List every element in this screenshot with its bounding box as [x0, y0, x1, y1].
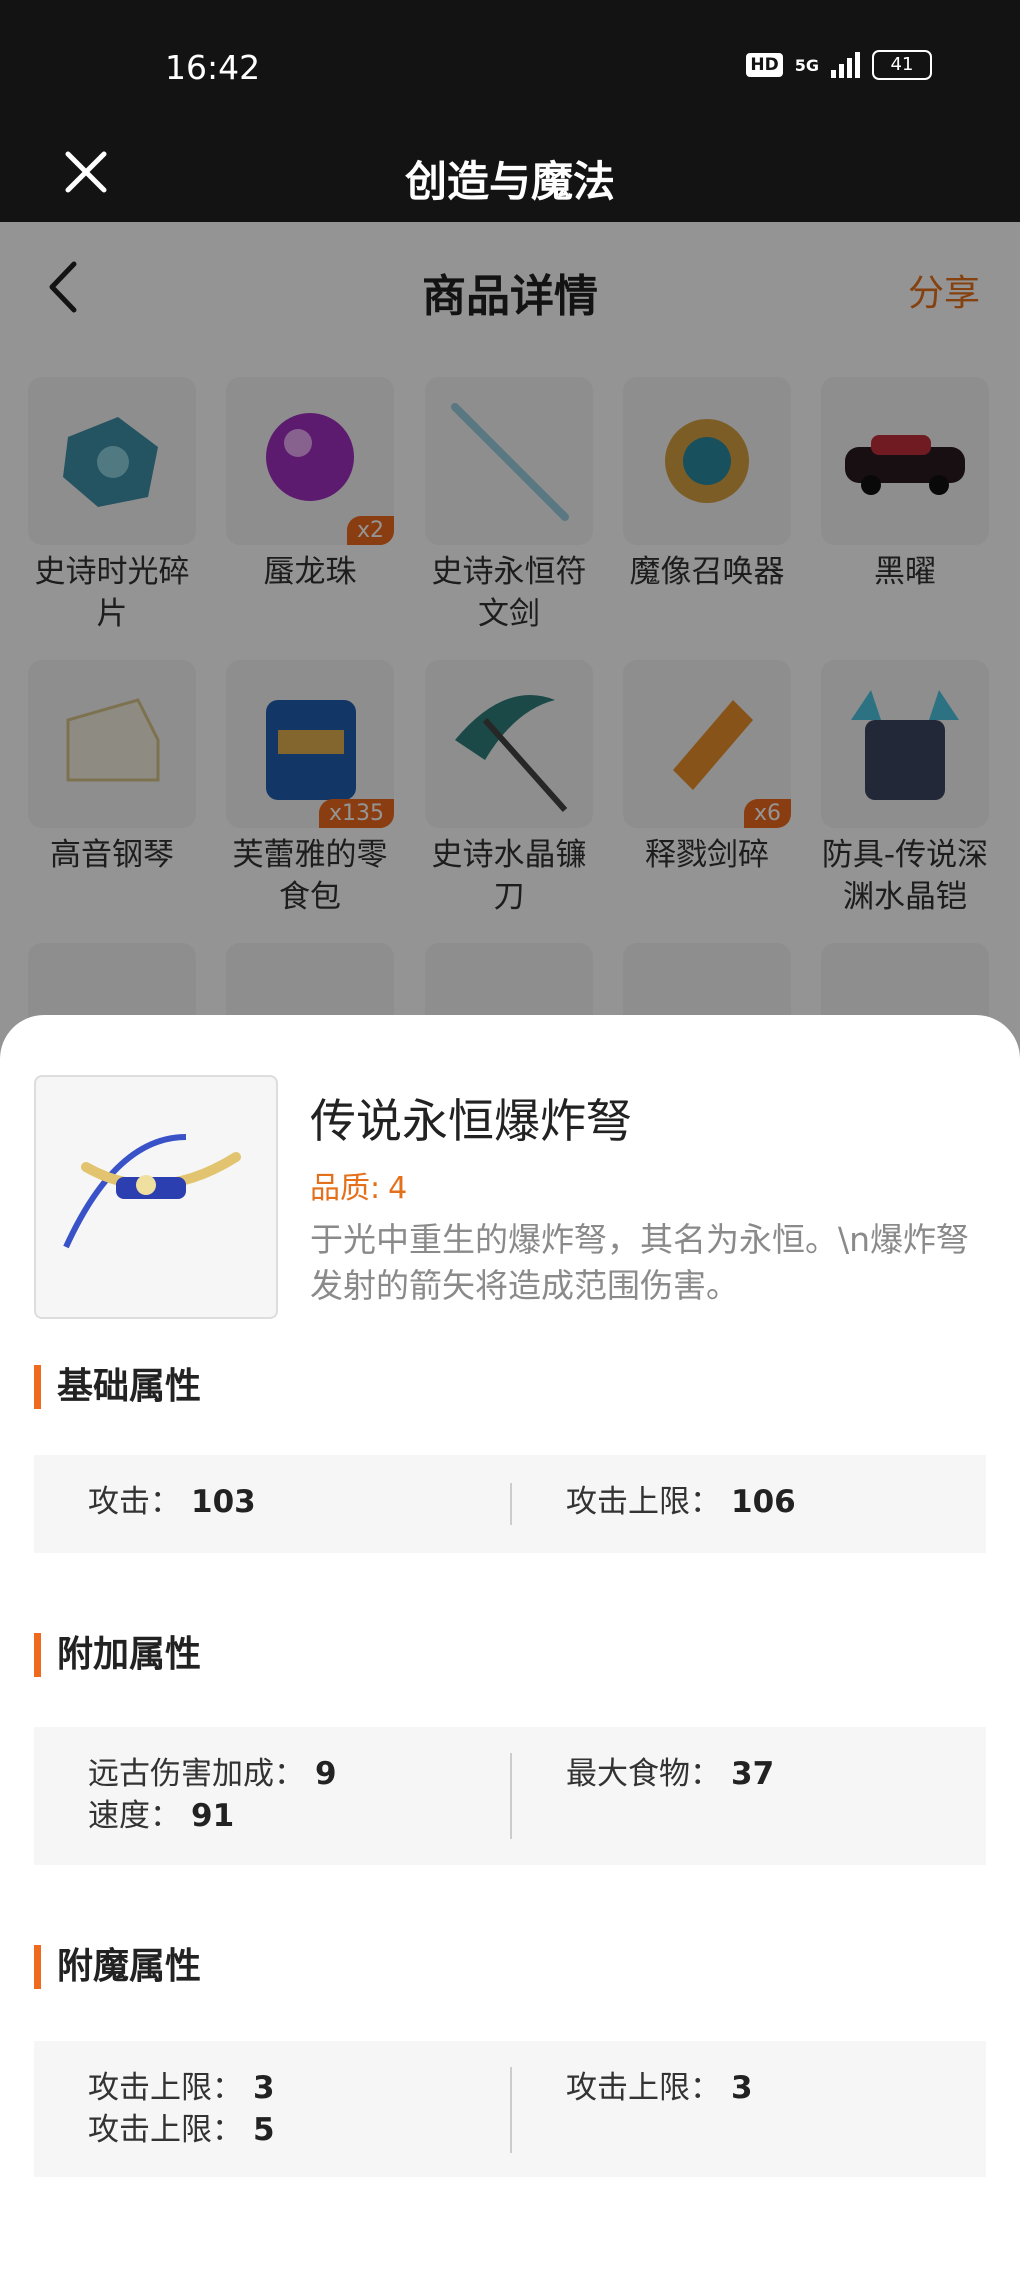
attr-label: 最大食物： [566, 1756, 721, 1792]
attr-row: 速度： 91 [88, 1795, 337, 1837]
attr-value: 3 [253, 2070, 275, 2106]
attr-col-right: 攻击上限： 106 [566, 1481, 796, 1523]
section-title-enchant: 附魔属性 [34, 1945, 201, 1989]
attr-col-left: 远古伤害加成： 9 速度： 91 [88, 1753, 337, 1837]
attr-row: 攻击上限： 5 [88, 2109, 275, 2151]
network-type: 5G [794, 55, 819, 75]
app-title-bar: 创造与魔法 [0, 130, 1020, 222]
attr-label: 攻击上限： [88, 2112, 243, 2148]
attr-value: 91 [191, 1798, 235, 1834]
signal-icon [831, 52, 860, 78]
divider [510, 2067, 512, 2153]
app-title: 创造与魔法 [404, 157, 615, 206]
status-time: 16:42 [165, 48, 261, 87]
enchant-attributes-box: 攻击上限： 3 攻击上限： 5 攻击上限： 3 [34, 2041, 986, 2177]
attr-label: 远古伤害加成： [88, 1756, 305, 1792]
attr-label: 攻击： [88, 1484, 181, 1520]
attr-col-left: 攻击上限： 3 攻击上限： 5 [88, 2067, 275, 2151]
attr-row: 攻击： 103 [88, 1481, 256, 1523]
attr-value: 9 [315, 1756, 337, 1792]
status-bar: 16:42 HD 5G 41 [0, 0, 1020, 130]
item-name: 传说永恒爆炸弩 [310, 1094, 632, 1148]
extra-attributes-box: 远古伤害加成： 9 速度： 91 最大食物： 37 [34, 1727, 986, 1865]
attr-row: 最大食物： 37 [566, 1753, 774, 1795]
attr-row: 攻击上限： 3 [88, 2067, 275, 2109]
divider [510, 1753, 512, 1839]
item-detail-sheet: 传说永恒爆炸弩 品质: 4 于光中重生的爆炸弩，其名为永恒。\n爆炸弩发射的箭矢将… [0, 1015, 1020, 2278]
item-description: 于光中重生的爆炸弩，其名为永恒。\n爆炸弩发射的箭矢将造成范围伤害。 [310, 1220, 970, 1305]
item-image [34, 1075, 278, 1319]
divider [510, 1483, 512, 1525]
status-icons: HD 5G 41 [746, 50, 932, 80]
quality-label: 品质: [310, 1171, 381, 1206]
attr-label: 攻击上限： [566, 2070, 721, 2106]
item-quality: 品质: 4 [310, 1163, 407, 1207]
attr-col-left: 攻击： 103 [88, 1481, 256, 1523]
attr-row: 远古伤害加成： 9 [88, 1753, 337, 1795]
crossbow-icon [63, 1134, 241, 1249]
attr-value: 106 [731, 1484, 796, 1520]
attr-value: 37 [731, 1756, 775, 1792]
attr-value: 3 [731, 2070, 753, 2106]
attr-row: 攻击上限： 106 [566, 1481, 796, 1523]
attr-row: 攻击上限： 3 [566, 2067, 753, 2109]
battery-icon: 41 [872, 50, 932, 80]
section-title-basic: 基础属性 [34, 1365, 201, 1409]
hd-icon: HD [746, 53, 783, 77]
attr-label: 速度： [88, 1798, 181, 1834]
attr-label: 攻击上限： [88, 2070, 243, 2106]
attr-col-right: 攻击上限： 3 [566, 2067, 753, 2109]
attr-value: 5 [253, 2112, 275, 2148]
basic-attributes-box: 攻击： 103 攻击上限： 106 [34, 1455, 986, 1553]
quality-value: 4 [388, 1171, 408, 1206]
attr-col-right: 最大食物： 37 [566, 1753, 774, 1795]
attr-value: 103 [191, 1484, 256, 1520]
attr-label: 攻击上限： [566, 1484, 721, 1520]
section-title-extra: 附加属性 [34, 1633, 201, 1677]
